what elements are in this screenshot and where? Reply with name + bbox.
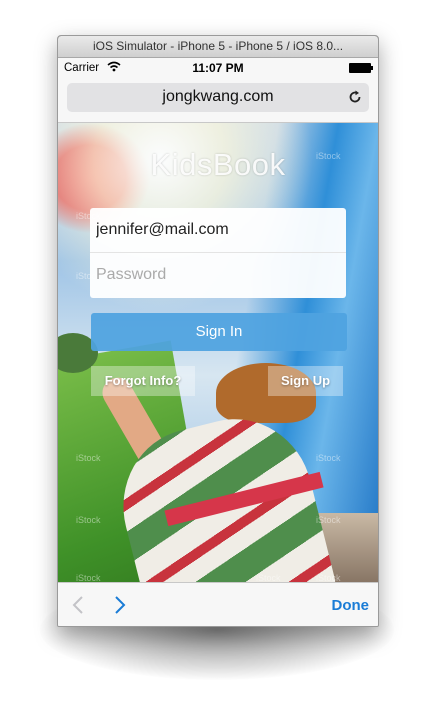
- back-arrow-icon[interactable]: [72, 596, 84, 619]
- safari-toolbar: Done: [58, 582, 378, 626]
- watermark: iStock: [256, 573, 281, 582]
- email-field-row: [90, 208, 346, 253]
- app-logo: KidsBook: [150, 147, 286, 182]
- watermark: iStock: [316, 515, 341, 525]
- email-field[interactable]: [96, 218, 336, 242]
- url-field[interactable]: jongkwang.com: [67, 83, 369, 112]
- sign-in-button[interactable]: Sign In: [91, 313, 347, 351]
- sign-up-button[interactable]: Sign Up: [268, 366, 343, 396]
- forgot-info-button[interactable]: Forgot Info?: [91, 366, 195, 396]
- password-field[interactable]: [96, 263, 336, 287]
- watermark: iStock: [76, 573, 101, 582]
- done-button[interactable]: Done: [332, 597, 370, 614]
- iphone-screen: Carrier 11:07 PM jongkwang.com iStock iS…: [58, 58, 378, 626]
- clock: 11:07 PM: [192, 61, 244, 75]
- password-field-row: [90, 253, 346, 297]
- web-content: iStock iStock iStock iStock iStock iStoc…: [58, 123, 378, 582]
- window-title: iOS Simulator - iPhone 5 - iPhone 5 / iO…: [58, 36, 378, 58]
- watermark: iStock: [316, 453, 341, 463]
- watermark: iStock: [76, 453, 101, 463]
- url-text: jongkwang.com: [162, 88, 274, 105]
- watermark: iStock: [316, 573, 341, 582]
- forward-arrow-icon[interactable]: [114, 596, 126, 619]
- status-bar: Carrier 11:07 PM: [58, 58, 378, 78]
- reload-icon[interactable]: [347, 89, 363, 110]
- login-form: [90, 208, 346, 298]
- watermark: iStock: [76, 515, 101, 525]
- battery-icon: [349, 63, 373, 73]
- simulator-window: iOS Simulator - iPhone 5 - iPhone 5 / iO…: [57, 35, 379, 627]
- safari-address-bar: jongkwang.com: [58, 78, 378, 123]
